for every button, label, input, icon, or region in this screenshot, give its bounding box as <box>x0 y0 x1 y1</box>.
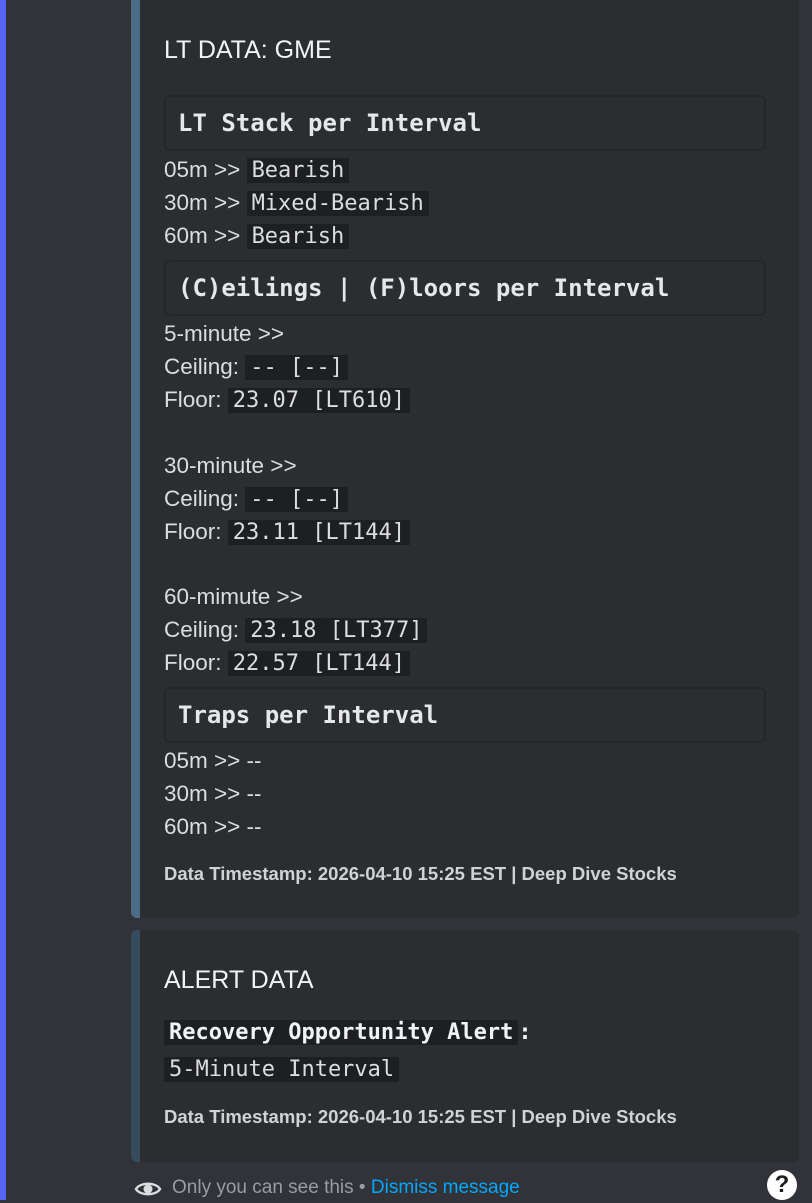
embed-footer: Data Timestamp: 2026-04-10 15:25 EST | D… <box>164 1106 677 1127</box>
ephemeral-notice: Only you can see this • Dismiss message <box>172 1177 520 1199</box>
row-label: 05m >> <box>164 157 247 182</box>
row-value: Mixed-Bearish <box>246 191 429 216</box>
floor-label: Floor: <box>164 387 228 412</box>
alert-value-row: 5-Minute Interval <box>164 1052 400 1086</box>
interval-header: 30-minute >> <box>164 453 297 478</box>
stack-row: 60m >> Bearish <box>164 219 350 253</box>
interval-header: 5-minute >> <box>164 321 285 346</box>
floor-row: Floor: 23.07 [LT610] <box>164 383 410 417</box>
alert-value: 5-Minute Interval <box>164 1057 400 1082</box>
eye-icon <box>134 1182 162 1196</box>
dismiss-message-link[interactable]: Dismiss message <box>371 1177 520 1198</box>
field-name: LT Stack per Interval <box>178 109 482 137</box>
floor-label: Floor: <box>164 650 228 675</box>
levels-field-header: (C)eilings | (F)loors per Interval <box>164 260 766 316</box>
ceiling-label: Ceiling: <box>164 617 246 642</box>
alert-colon: : <box>518 1020 532 1045</box>
ceiling-value: -- [--] <box>245 487 349 512</box>
ceiling-value: 23.18 [LT377] <box>245 618 428 643</box>
help-icon[interactable]: ? <box>767 1170 797 1200</box>
ceiling-row: Ceiling: -- [--] <box>164 350 349 384</box>
floor-row: Floor: 22.57 [LT144] <box>164 646 410 680</box>
alert-data-embed: ALERT DATA Recovery Opportunity Alert: 5… <box>131 930 799 1162</box>
embed-title: LT DATA: GME <box>164 36 332 64</box>
row-label: 60m >> <box>164 223 247 248</box>
row-value: Bearish <box>246 224 350 249</box>
stack-row: 05m >> Bearish <box>164 153 350 187</box>
field-name: (C)eilings | (F)loors per Interval <box>178 274 670 302</box>
floor-value: 22.57 [LT144] <box>227 651 410 676</box>
stack-field-header: LT Stack per Interval <box>164 95 766 151</box>
alert-name: Recovery Opportunity Alert: <box>164 1020 532 1045</box>
interval-header: 60-mimute >> <box>164 584 303 609</box>
ceiling-value: -- [--] <box>245 355 349 380</box>
ceiling-label: Ceiling: <box>164 486 246 511</box>
floor-value: 23.11 [LT144] <box>227 520 410 545</box>
alert-name-text: Recovery Opportunity Alert <box>164 1020 519 1045</box>
ceiling-label: Ceiling: <box>164 354 246 379</box>
field-name: Traps per Interval <box>178 701 439 729</box>
ceiling-row: Ceiling: -- [--] <box>164 482 349 516</box>
ephemeral-text: Only you can see this • <box>172 1177 371 1198</box>
embed-footer: Data Timestamp: 2026-04-10 15:25 EST | D… <box>164 863 677 884</box>
row-value: Bearish <box>246 158 350 183</box>
floor-value: 23.07 [LT610] <box>227 388 410 413</box>
left-accent-bar <box>0 0 6 1200</box>
trap-row: 60m >> -- <box>164 814 262 839</box>
ceiling-row: Ceiling: 23.18 [LT377] <box>164 613 428 647</box>
floor-row: Floor: 23.11 [LT144] <box>164 515 410 549</box>
row-label: 30m >> <box>164 190 247 215</box>
floor-label: Floor: <box>164 519 228 544</box>
traps-field-header: Traps per Interval <box>164 687 766 743</box>
stack-row: 30m >> Mixed-Bearish <box>164 186 429 220</box>
embed-title: ALERT DATA <box>164 966 314 994</box>
lt-data-embed: LT DATA: GME LT Stack per Interval 05m >… <box>131 0 799 918</box>
trap-row: 05m >> -- <box>164 748 262 773</box>
trap-row: 30m >> -- <box>164 781 262 806</box>
